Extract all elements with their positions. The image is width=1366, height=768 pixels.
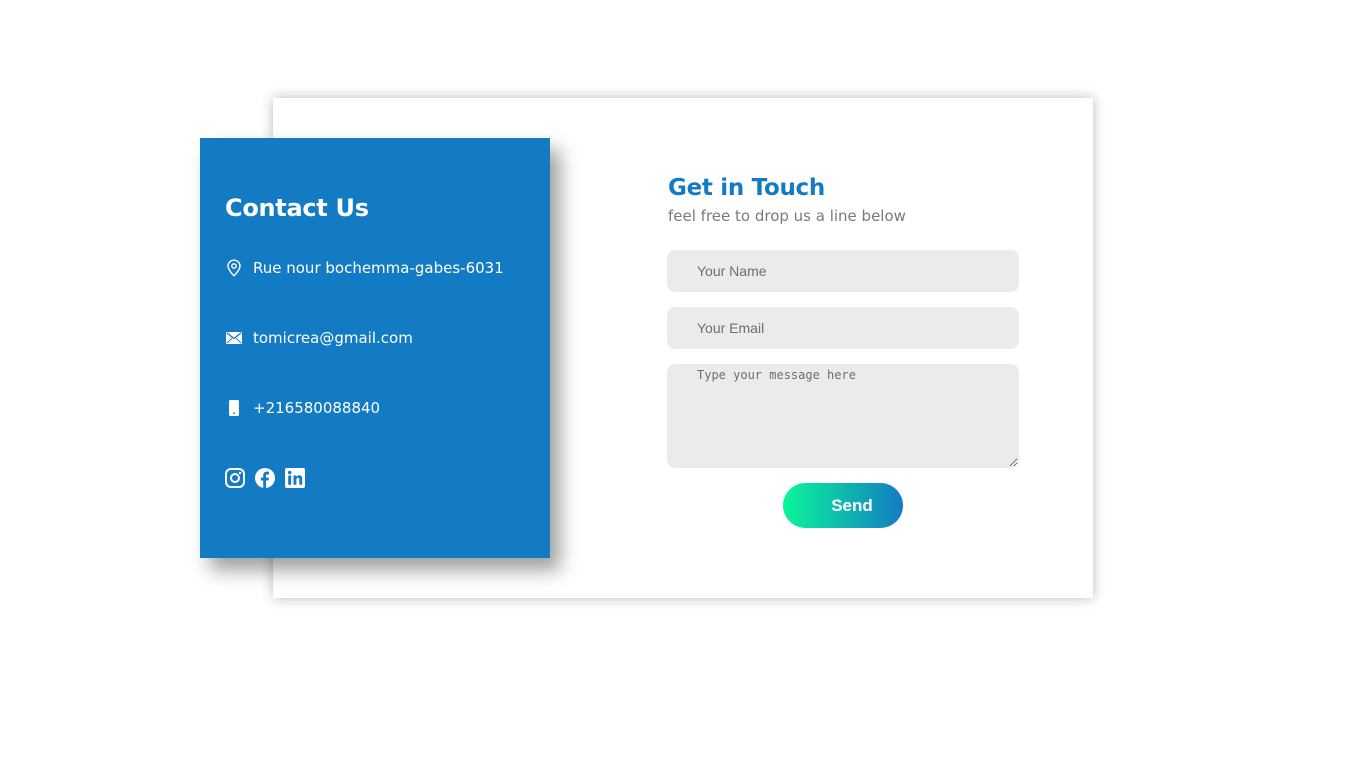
- address-text: Rue nour bochemma-gabes-6031: [253, 259, 504, 277]
- mobile-phone-icon: [225, 399, 243, 417]
- form-subtitle: feel free to drop us a line below: [668, 207, 906, 225]
- social-links: [225, 468, 305, 488]
- map-pin-icon: [225, 259, 243, 277]
- contact-page: Contact Us Rue nour bochemma-gabes-6031 …: [0, 0, 1366, 768]
- message-textarea[interactable]: [667, 364, 1019, 468]
- facebook-icon[interactable]: [255, 468, 275, 488]
- email-text[interactable]: tomicrea@gmail.com: [253, 329, 413, 347]
- email-input[interactable]: [667, 307, 1019, 349]
- address-row: Rue nour bochemma-gabes-6031: [225, 259, 504, 277]
- contact-info-panel: Contact Us Rue nour bochemma-gabes-6031 …: [200, 138, 550, 558]
- envelope-icon: [225, 329, 243, 347]
- instagram-icon[interactable]: [225, 468, 245, 488]
- email-row: tomicrea@gmail.com: [225, 329, 413, 347]
- form-title: Get in Touch: [668, 175, 825, 201]
- phone-row: +216580088840: [225, 399, 380, 417]
- contact-title: Contact Us: [225, 194, 369, 222]
- send-button[interactable]: Send: [783, 483, 903, 528]
- phone-text[interactable]: +216580088840: [253, 399, 380, 417]
- name-input[interactable]: [667, 250, 1019, 292]
- linkedin-icon[interactable]: [285, 468, 305, 488]
- contact-form-header: Get in Touch feel free to drop us a line…: [668, 175, 1019, 225]
